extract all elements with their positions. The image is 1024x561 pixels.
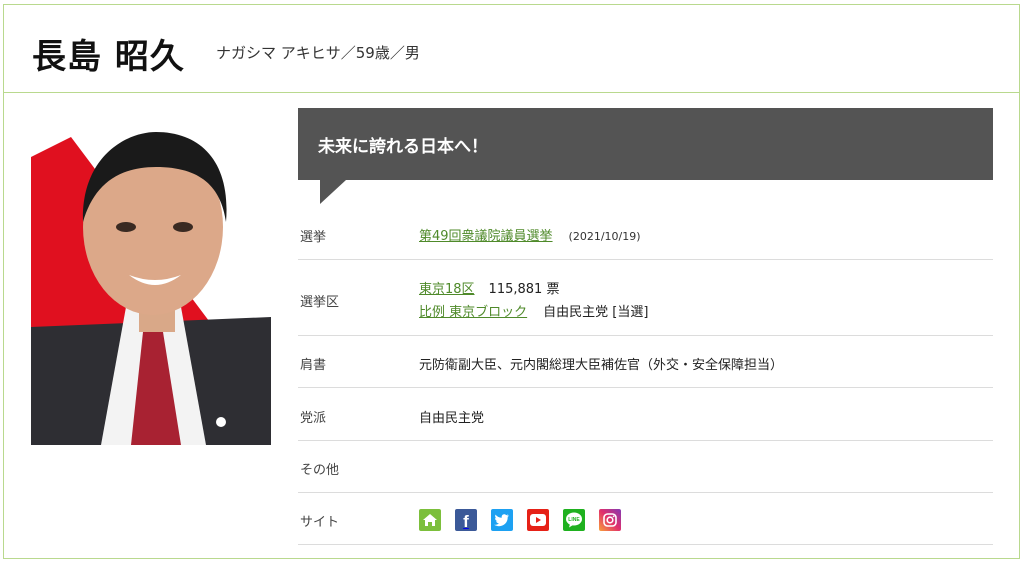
value-title: 元防衛副大臣、元内閣総理大臣補佐官（外交・安全保障担当） [419, 358, 784, 373]
speech-bubble-tail [320, 180, 346, 204]
row-election: 選挙 第49回衆議院議員選挙 (2021/10/19) [298, 207, 993, 260]
pr-party-result: 自由民主党 [当選] [543, 305, 649, 320]
row-party: 党派 自由民主党 [298, 388, 993, 441]
label-district: 選挙区 [300, 295, 340, 310]
value-pr: 比例 東京ブロック 自由民主党 [当選] [419, 301, 648, 320]
slogan-text: 未来に誇れる日本へ！ [318, 137, 488, 157]
row-district: 選挙区 東京18区 115,881 票 比例 東京ブロック 自由民主党 [当選] [298, 260, 993, 336]
profile-header: 長島 昭久 ナガシマ アキヒサ／59歳／男 [4, 5, 1019, 93]
value-district: 東京18区 115,881 票 [419, 278, 559, 297]
twitter-icon[interactable] [491, 509, 513, 531]
district-link[interactable]: 東京18区 [419, 282, 475, 297]
value-election: 第49回衆議院議員選挙 (2021/10/19) [419, 225, 641, 244]
row-title: 肩書 元防衛副大臣、元内閣総理大臣補佐官（外交・安全保障担当） [298, 336, 993, 388]
election-link[interactable]: 第49回衆議院議員選挙 [419, 229, 553, 244]
label-election: 選挙 [300, 230, 327, 245]
row-other: その他 [298, 441, 993, 493]
site-icons: f LINE [419, 509, 621, 531]
label-other: その他 [300, 463, 340, 478]
line-icon[interactable]: LINE [563, 509, 585, 531]
row-site: サイト f LINE [298, 493, 993, 545]
pr-block-link[interactable]: 比例 東京ブロック [419, 305, 527, 320]
home-icon[interactable] [419, 509, 441, 531]
label-title: 肩書 [300, 358, 327, 373]
election-date: (2021/10/19) [568, 230, 641, 243]
svg-text:LINE: LINE [568, 517, 580, 523]
candidate-portrait-image [31, 127, 271, 445]
profile-table: 選挙 第49回衆議院議員選挙 (2021/10/19) 選挙区 東京18区 115,… [298, 207, 993, 545]
label-party: 党派 [300, 411, 327, 426]
candidate-name: 長島 昭久 [32, 37, 185, 77]
instagram-icon[interactable] [599, 509, 621, 531]
label-site: サイト [300, 515, 340, 530]
candidate-kana-age-sex: ナガシマ アキヒサ／59歳／男 [216, 44, 420, 62]
youtube-icon[interactable] [527, 509, 549, 531]
facebook-icon[interactable]: f [455, 509, 477, 531]
district-votes: 115,881 票 [488, 282, 560, 297]
value-party: 自由民主党 [419, 411, 485, 426]
slogan-banner: 未来に誇れる日本へ！ [298, 108, 993, 204]
candidate-photo [31, 127, 271, 445]
